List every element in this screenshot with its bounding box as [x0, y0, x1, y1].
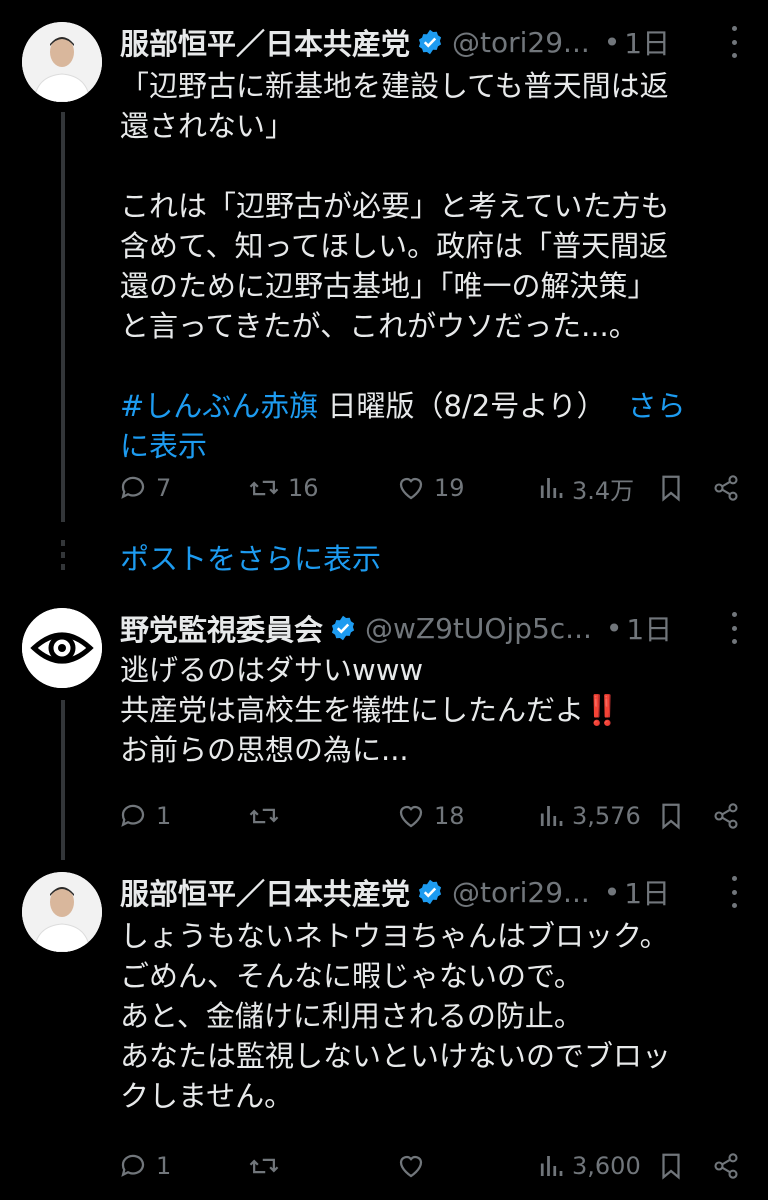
text-line: あなたは監視しないといけないのでブロッ [120, 1039, 672, 1073]
share-icon [714, 1153, 738, 1179]
like-button[interactable] [396, 1146, 434, 1186]
share-button[interactable] [712, 1146, 740, 1186]
text-line: クしません。 [120, 1079, 294, 1113]
reply-count: 1 [156, 1152, 172, 1180]
text-line: あと、金儲けに利用されるの防止。 [120, 999, 583, 1033]
tweet[interactable]: 服部恒平／日本共産党 @tori29... • 1日 しょうもないネトウヨちゃん… [0, 0, 768, 1200]
views-button[interactable]: 3,600 [538, 1146, 641, 1186]
repost-button[interactable] [248, 1146, 288, 1186]
avatar[interactable] [22, 872, 102, 952]
like-icon [399, 1155, 423, 1178]
reply-button[interactable]: 1 [118, 1146, 171, 1186]
view-count: 3,600 [572, 1152, 641, 1180]
timestamp[interactable]: 1日 [624, 872, 670, 912]
text-line: しょうもないネトウヨちゃんはブロック。 [120, 919, 669, 953]
more-icon[interactable] [720, 876, 748, 908]
tweet-text: しょうもないネトウヨちゃんはブロック。 ごめん、そんなに暇じゃないので。 あと、… [120, 916, 740, 1116]
handle[interactable]: @tori29... [452, 876, 590, 909]
views-icon [540, 1156, 563, 1176]
display-name[interactable]: 服部恒平／日本共産党 [120, 871, 410, 913]
action-bar: 1 3,600 [118, 1146, 748, 1186]
text-line: ごめん、そんなに暇じゃないので。 [120, 959, 583, 993]
repost-icon [249, 1158, 279, 1174]
tweet-header: 服部恒平／日本共産党 @tori29... • 1日 [120, 872, 748, 912]
verified-badge-icon [418, 879, 442, 905]
reply-icon [121, 1154, 145, 1177]
bookmark-button[interactable] [658, 1146, 684, 1186]
person-avatar-icon [22, 872, 102, 952]
bookmark-icon [662, 1153, 680, 1180]
separator: • [603, 875, 621, 909]
